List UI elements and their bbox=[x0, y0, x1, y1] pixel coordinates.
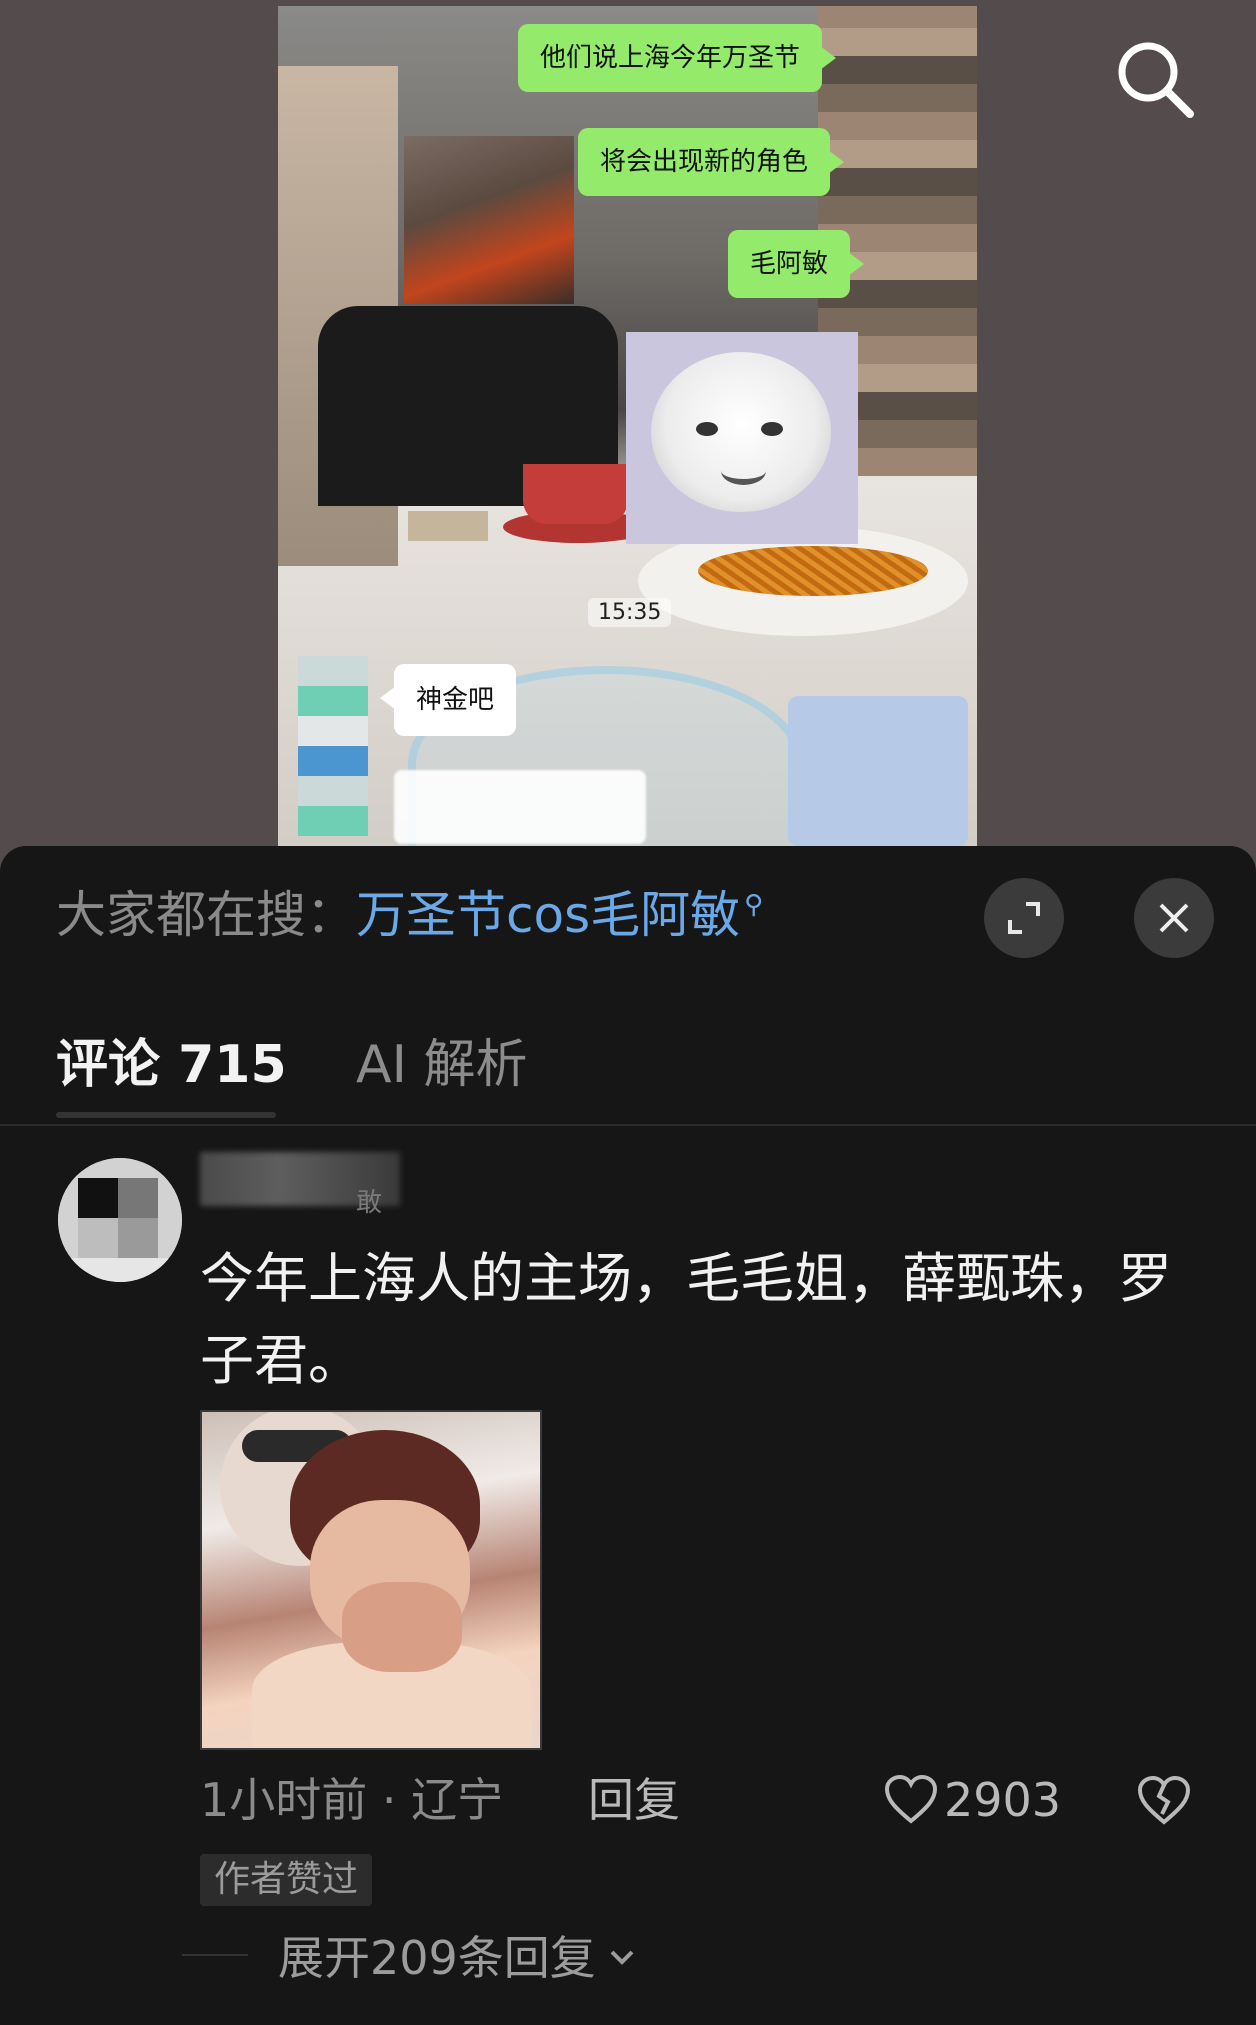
broken-heart-icon bbox=[1137, 1775, 1191, 1825]
search-icon[interactable] bbox=[1112, 36, 1198, 122]
comment-time: 1小时前 bbox=[200, 1773, 368, 1827]
chat-bubble: 将会出现新的角色 bbox=[578, 128, 845, 196]
pixelated-avatar bbox=[298, 656, 368, 836]
suggestion-query-link[interactable]: 万圣节cos毛阿敏 bbox=[356, 886, 740, 944]
noodles bbox=[698, 546, 928, 596]
dislike-button[interactable] bbox=[1136, 1772, 1192, 1828]
napkin bbox=[408, 511, 488, 541]
chat-timestamp: 15:35 bbox=[588, 598, 672, 627]
inset-photo bbox=[404, 136, 574, 304]
suggestion-prefix: 大家都在搜： bbox=[56, 886, 356, 944]
meta-separator: · bbox=[367, 1773, 412, 1827]
expand-button[interactable] bbox=[984, 878, 1064, 958]
tab-ai-analysis[interactable]: AI 解析 bbox=[356, 1022, 527, 1097]
sheep-meme-image bbox=[626, 332, 858, 544]
search-suggestion: 大家都在搜：万圣节cos毛阿敏 ⚲ bbox=[56, 882, 763, 948]
image-hand bbox=[342, 1582, 462, 1672]
like-count: 2903 bbox=[944, 1773, 1062, 1827]
comment-image[interactable] bbox=[200, 1410, 542, 1750]
close-icon bbox=[1159, 903, 1189, 933]
small-search-icon: ⚲ bbox=[744, 890, 764, 920]
like-button[interactable]: 2903 bbox=[884, 1770, 1061, 1830]
chat-bubble: 神金吧 bbox=[379, 664, 517, 736]
divider bbox=[0, 1124, 1256, 1126]
sheep-mouth bbox=[721, 457, 766, 485]
comment-panel: 大家都在搜：万圣节cos毛阿敏 ⚲ 评论 715 AI 解析 敢 今年上海人的主场… bbox=[0, 846, 1256, 2025]
comment-meta: 1小时前 · 辽宁 bbox=[200, 1770, 503, 1830]
chat-bubble: 他们说上海今年万圣节 bbox=[518, 24, 837, 92]
blue-package bbox=[788, 696, 968, 846]
username-visible-fragment: 敢 bbox=[356, 1188, 383, 1218]
video-player[interactable]: 他们说上海今年万圣节 将会出现新的角色 毛阿敏 神金吧 15:35 bbox=[0, 0, 1256, 860]
avatar[interactable] bbox=[58, 1158, 182, 1282]
expand-replies-button[interactable]: 展开209条回复 bbox=[278, 1928, 640, 1988]
author-liked-badge: 作者赞过 bbox=[200, 1854, 373, 1906]
reply-button[interactable]: 回复 bbox=[588, 1770, 680, 1830]
expand-replies-line bbox=[182, 1954, 248, 1956]
tab-underline bbox=[56, 1112, 276, 1118]
comment-location: 辽宁 bbox=[411, 1773, 504, 1827]
heart-icon bbox=[884, 1775, 938, 1824]
sheep-eye-left bbox=[696, 422, 718, 436]
tab-comments[interactable]: 评论 715 bbox=[56, 1022, 287, 1097]
close-button[interactable] bbox=[1134, 878, 1214, 958]
expand-icon bbox=[1008, 902, 1040, 934]
blurred-message bbox=[394, 770, 646, 844]
expand-replies-label: 展开209条回复 bbox=[278, 1931, 596, 1985]
sheep-face bbox=[651, 352, 831, 512]
red-cup bbox=[523, 464, 628, 524]
sheep-eye-right bbox=[761, 422, 783, 436]
chevron-down-icon bbox=[610, 1950, 634, 1965]
chat-bubble: 毛阿敏 bbox=[728, 230, 865, 298]
comment-text: 今年上海人的主场，毛毛姐，薛甄珠，罗子君。 bbox=[200, 1247, 1172, 1392]
